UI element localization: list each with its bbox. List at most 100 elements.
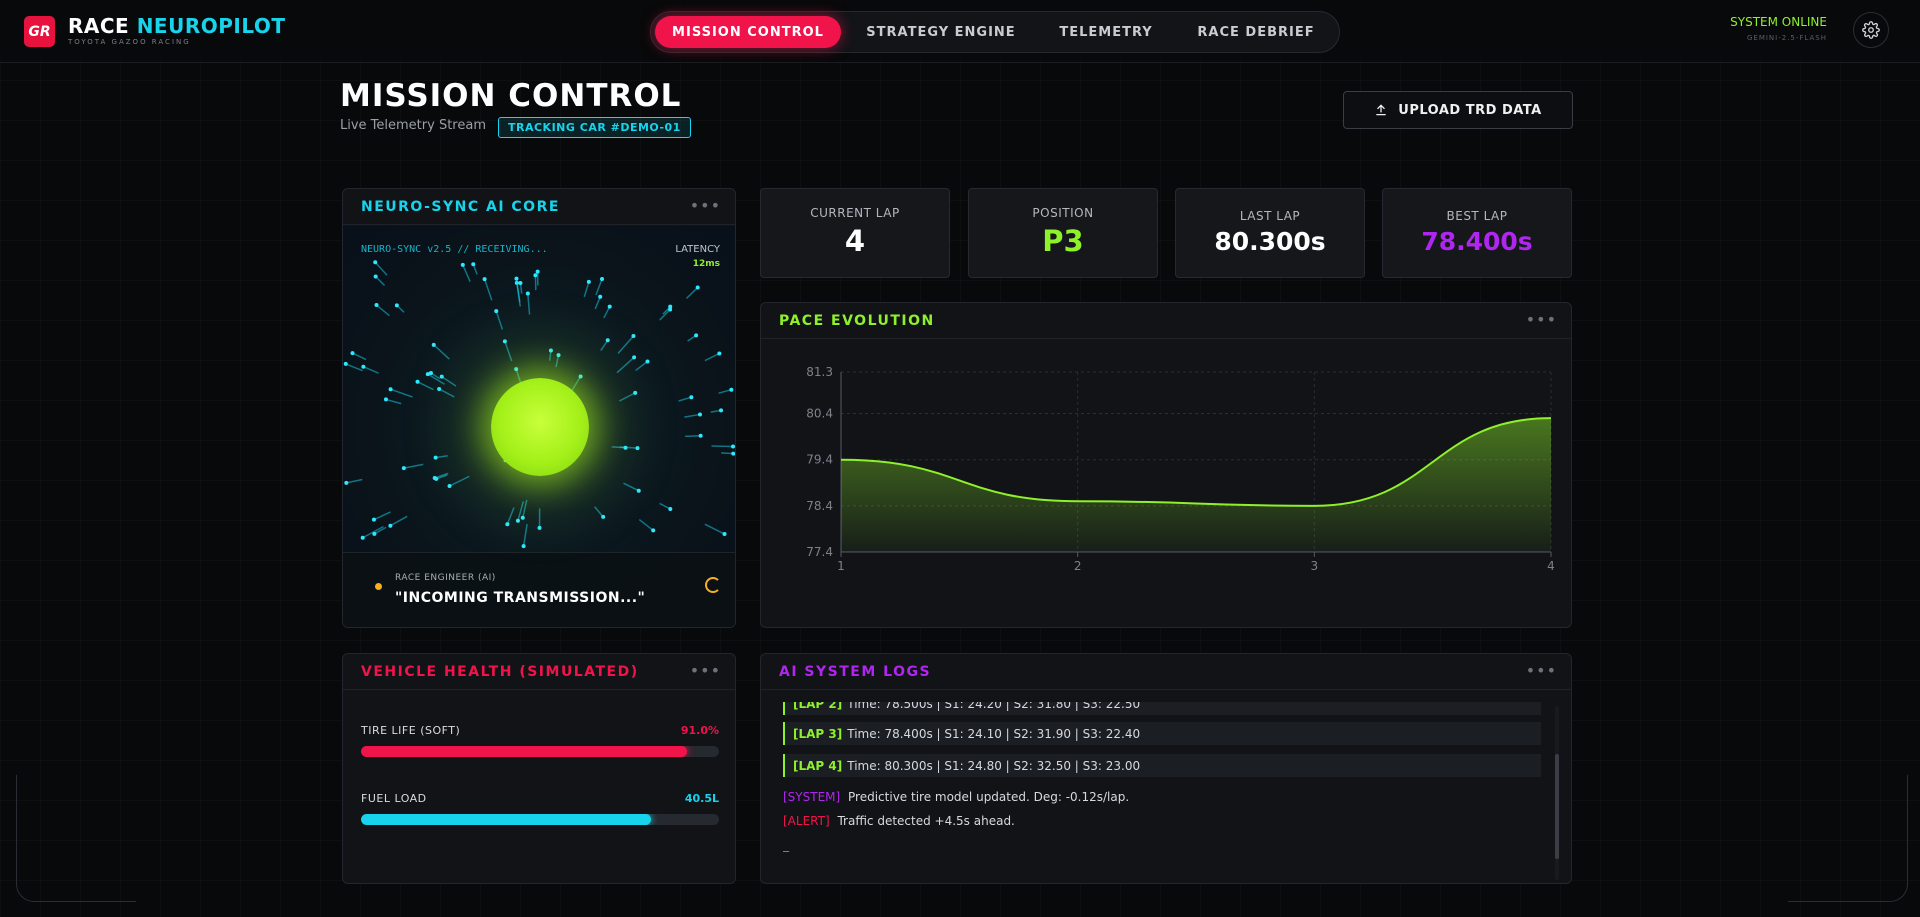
tire-life-bar [361, 746, 719, 757]
engineer-label: RACE ENGINEER (AI) [395, 573, 496, 583]
particle [600, 276, 605, 281]
x-tick-label: 3 [1311, 559, 1319, 573]
neuro-panel-title: NEURO-SYNC AI CORE [361, 199, 560, 215]
particle [383, 397, 388, 402]
stat-label: POSITION [1032, 206, 1094, 220]
upload-button-label: UPLOAD TRD DATA [1398, 102, 1542, 118]
log-lap-entry: [LAP 2] Time: 78.500s | S1: 24.20 | S2: … [783, 702, 1541, 715]
particle-trail [495, 310, 504, 330]
tab-strategy-engine[interactable]: STRATEGY ENGINE [851, 16, 1031, 48]
fuel-load-bar [361, 814, 719, 825]
particle [372, 531, 377, 536]
particle-trail [363, 366, 379, 374]
particle-trail [506, 507, 515, 525]
pace-panel-title: PACE EVOLUTION [779, 313, 935, 329]
particle-trail [403, 463, 424, 469]
stat-value: 80.300s [1214, 227, 1326, 256]
pace-chart: 81.3 80.4 79.4 78.4 77.4 1 2 3 4 [806, 365, 1555, 573]
stat-label: CURRENT LAP [810, 206, 900, 220]
more-icon[interactable]: ••• [1526, 310, 1557, 329]
particle-trail [616, 356, 635, 374]
y-tick-label: 81.3 [806, 365, 833, 379]
log-scrollbar-thumb[interactable] [1555, 754, 1559, 859]
particle [578, 374, 583, 379]
particle [694, 333, 699, 338]
particle-trail [638, 518, 654, 532]
tab-race-debrief[interactable]: RACE DEBRIEF [1181, 16, 1331, 48]
particle [607, 304, 612, 309]
ai-core-orb [491, 378, 589, 476]
particle [651, 528, 656, 533]
particle [432, 475, 437, 480]
tab-mission-control[interactable]: MISSION CONTROL [655, 16, 841, 48]
particle [394, 303, 399, 308]
particle-trail [595, 278, 603, 296]
pace-panel-header: PACE EVOLUTION ••• [761, 303, 1571, 339]
particle [731, 451, 735, 456]
particle [502, 339, 507, 344]
y-tick-label: 80.4 [806, 407, 833, 421]
particle [388, 523, 393, 528]
particle-trail [417, 381, 434, 391]
particle-trail [623, 482, 640, 492]
particle [344, 480, 349, 485]
gear-icon [1862, 21, 1880, 39]
log-list: [LAP 2] Time: 78.500s | S1: 24.20 | S2: … [783, 702, 1541, 873]
stat-value: P3 [1042, 224, 1084, 258]
x-tick-label: 1 [837, 559, 845, 573]
particle [460, 262, 465, 267]
tracking-badge: TRACKING CAR #DEMO-01 [498, 117, 691, 138]
particle-trail [522, 523, 528, 547]
particle-trail [352, 352, 367, 361]
brand-logo[interactable]: GR [24, 16, 55, 47]
tab-telemetry[interactable]: TELEMETRY [1041, 16, 1171, 48]
particle-trail [611, 446, 626, 449]
particle-trail [684, 413, 701, 418]
particle [632, 355, 637, 360]
more-icon[interactable]: ••• [690, 661, 721, 680]
particle-trail [346, 478, 363, 484]
particle-trail [373, 511, 391, 521]
log-lap-text: Time: 80.300s | S1: 24.80 | S2: 32.50 | … [847, 758, 1141, 773]
particle [533, 273, 538, 278]
more-icon[interactable]: ••• [1526, 661, 1557, 680]
particle [431, 342, 436, 347]
particle [505, 522, 510, 527]
settings-button[interactable] [1853, 12, 1889, 48]
y-tick-label: 78.4 [806, 499, 833, 513]
particle [439, 374, 444, 379]
logs-panel-title: AI SYSTEM LOGS [779, 664, 932, 680]
particle [586, 279, 591, 284]
logs-panel-header: AI SYSTEM LOGS ••• [761, 654, 1571, 690]
particle-trail [704, 352, 720, 362]
x-tick-label: 4 [1547, 559, 1555, 573]
log-alert-text: Traffic detected +4.5s ahead. [837, 814, 1015, 828]
particle [556, 353, 561, 358]
upload-trd-data-button[interactable]: UPLOAD TRD DATA [1343, 91, 1573, 129]
particle-trail [374, 261, 388, 276]
log-cursor: _ [783, 838, 789, 852]
log-lap-tag: [LAP 3] [793, 726, 843, 741]
particle-trail [617, 335, 635, 355]
page-title: MISSION CONTROL [340, 78, 682, 114]
more-icon[interactable]: ••• [690, 196, 721, 215]
particle [697, 412, 702, 417]
particle-trail [390, 515, 408, 527]
particle [373, 274, 378, 279]
health-panel-header: VEHICLE HEALTH (SIMULATED) ••• [343, 654, 735, 690]
particle-trail [385, 398, 402, 405]
particle [437, 386, 442, 391]
brand-title-main: RACE [68, 14, 130, 38]
main-nav: MISSION CONTROL STRATEGY ENGINE TELEMETR… [650, 11, 1340, 53]
particle [598, 294, 603, 299]
neuro-status-text: NEURO-SYNC v2.5 // RECEIVING... [361, 244, 548, 255]
particle-trail [685, 435, 701, 438]
particle [645, 359, 650, 364]
neuro-panel-header: NEURO-SYNC AI CORE ••• [343, 189, 735, 225]
latency-value: 12ms [692, 259, 720, 269]
pace-area [841, 418, 1551, 552]
particle-trail [462, 264, 471, 283]
log-alert-entry: [ALERT] Traffic detected +4.5s ahead. [783, 814, 1015, 828]
particle [361, 364, 366, 369]
particle [518, 281, 523, 286]
